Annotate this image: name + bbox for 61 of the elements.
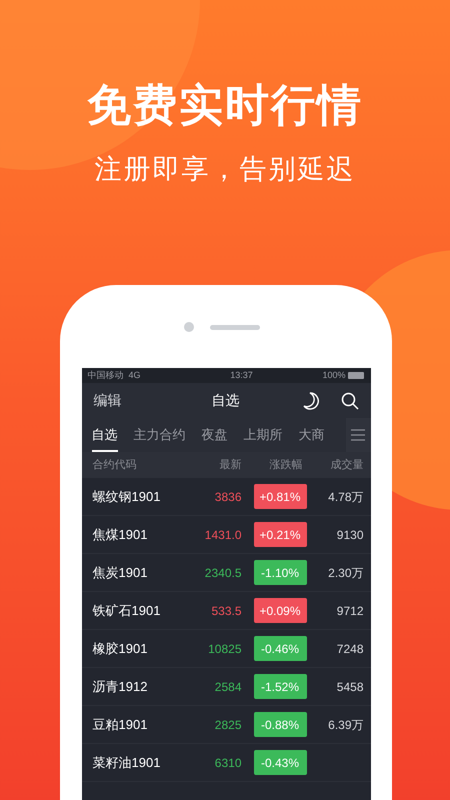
moon-icon[interactable]	[302, 392, 318, 410]
search-icon[interactable]	[340, 392, 358, 410]
headline: 免费实时行情	[87, 80, 363, 132]
volume-value: 5458	[336, 678, 364, 696]
category-tab[interactable]: 主力合约	[134, 418, 186, 452]
quote-row[interactable]: 豆粕1901 2825 -0.88% 6.39万	[82, 706, 370, 744]
contract-name: 豆粕1901	[92, 716, 148, 734]
edit-button[interactable]: 编辑	[94, 390, 122, 411]
latest-price: 1431.0	[204, 526, 242, 544]
status-time: 13:37	[229, 368, 253, 382]
latest-price: 6310	[214, 754, 242, 772]
change-badge: +0.21%	[254, 522, 306, 547]
subheadline: 注册即享，告别延迟	[94, 153, 356, 186]
change-badge: -0.46%	[254, 636, 306, 661]
category-tab[interactable]: 夜盘	[202, 418, 228, 452]
battery-icon	[348, 372, 364, 379]
column-header: 最新	[218, 458, 242, 473]
volume-value: 7248	[336, 640, 364, 658]
contract-name: 菜籽油1901	[92, 754, 162, 772]
volume-value: 9130	[336, 526, 364, 544]
quote-row[interactable]: 焦炭1901 2340.5 -1.10% 2.30万	[82, 554, 370, 592]
contract-name: 铁矿石1901	[92, 602, 162, 620]
latest-price: 3836	[214, 488, 242, 506]
change-badge: +0.09%	[254, 598, 306, 623]
column-header: 成交量	[330, 458, 364, 473]
quote-row[interactable]: 铁矿石1901 533.5 +0.09% 9712	[82, 592, 370, 630]
latest-price: 2825	[214, 716, 242, 734]
latest-price: 2584	[214, 678, 242, 696]
latest-price: 2340.5	[204, 564, 242, 582]
contract-name: 螺纹钢1901	[92, 488, 162, 506]
menu-icon	[351, 429, 365, 441]
volume-value: 9712	[336, 602, 364, 620]
contract-name: 焦炭1901	[92, 564, 148, 582]
change-badge: -0.88%	[254, 712, 306, 737]
contract-name: 沥青1912	[92, 678, 148, 696]
change-badge: -1.52%	[254, 674, 306, 699]
change-badge: -0.43%	[254, 750, 306, 775]
menu-button[interactable]	[346, 418, 370, 452]
latest-price: 533.5	[210, 602, 242, 620]
quote-row[interactable]: 焦煤1901 1431.0 +0.21% 9130	[82, 516, 370, 554]
latest-price: 10825	[207, 640, 242, 658]
contract-name: 焦煤1901	[92, 526, 148, 544]
quote-row[interactable]: 菜籽油1901 6310 -0.43%	[82, 744, 370, 782]
column-header: 涨跌幅	[268, 458, 304, 473]
battery-text: 100%	[322, 368, 346, 382]
nav-title: 自选	[212, 391, 240, 410]
category-tab[interactable]: 大商	[298, 418, 324, 452]
quote-row[interactable]: 橡胶1901 10825 -0.46% 7248	[82, 630, 370, 668]
network-text: 4G	[128, 368, 141, 382]
column-header: 合约代码	[92, 458, 138, 473]
volume-value: 4.78万	[327, 488, 364, 506]
quote-row[interactable]: 螺纹钢1901 3836 +0.81% 4.78万	[82, 478, 370, 516]
change-badge: +0.81%	[254, 484, 306, 509]
volume-value: 6.39万	[327, 716, 364, 734]
category-tab[interactable]: 上期所	[244, 418, 282, 452]
change-badge: -1.10%	[254, 560, 306, 585]
speaker-slot	[210, 324, 260, 330]
quote-row[interactable]: 沥青1912 2584 -1.52% 5458	[82, 668, 370, 706]
contract-name: 橡胶1901	[92, 640, 148, 658]
volume-value: 2.30万	[327, 564, 364, 582]
carrier-text: 中国移动	[88, 368, 124, 382]
